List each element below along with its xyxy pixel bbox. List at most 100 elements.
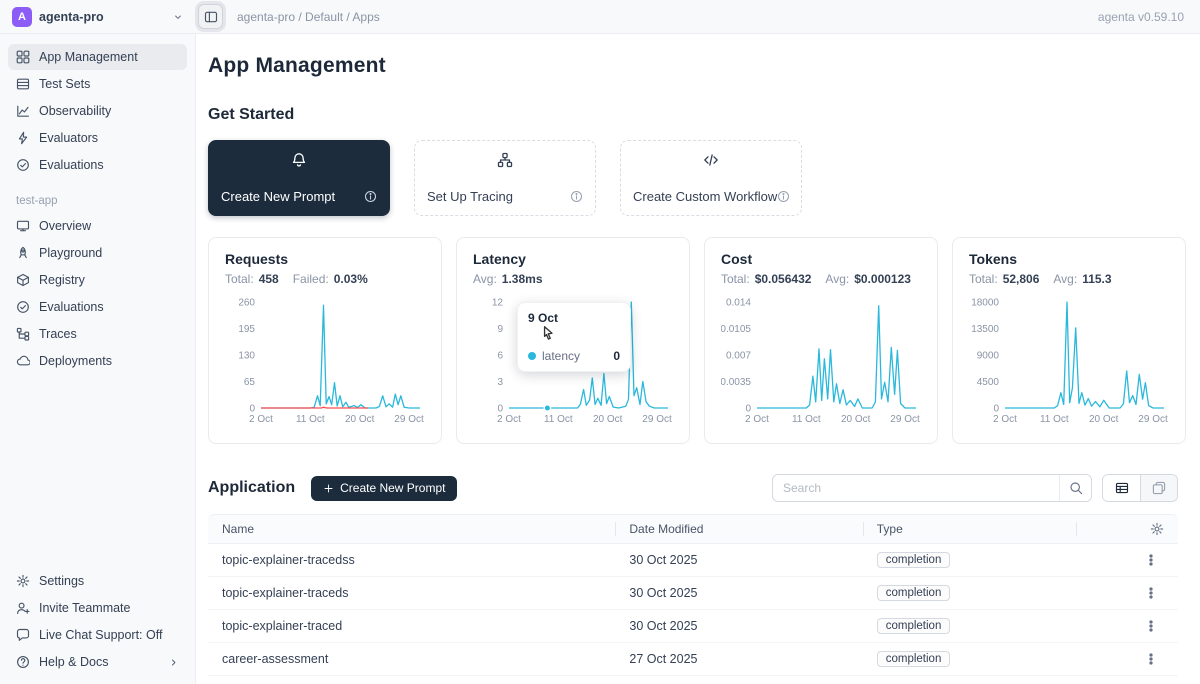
info-icon[interactable] xyxy=(364,190,377,203)
svg-text:195: 195 xyxy=(238,324,255,335)
svg-text:0.0105: 0.0105 xyxy=(721,324,751,335)
sidebar-item-label: Evaluations xyxy=(39,300,104,314)
tooltip-date: 9 Oct xyxy=(528,311,620,325)
sidebar-item-registry[interactable]: Registry xyxy=(8,267,187,293)
sidebar-nav-bottom: Settings Invite Teammate Live Chat Support… xyxy=(8,568,187,676)
sidebar-item-live-chat-support-off[interactable]: Live Chat Support: Off xyxy=(8,622,187,648)
sidebar-nav-top: App ManagementTest SetsObservabilityEval… xyxy=(8,44,187,179)
sidebar-item-label: Overview xyxy=(39,219,91,233)
metric-card-latency: LatencyAvg:1.38ms0369122 Oct11 Oct20 Oct… xyxy=(456,237,690,444)
requests-chart[interactable]: 0651301952602 Oct11 Oct20 Oct29 Oct xyxy=(225,294,425,430)
sidebar-item-help-docs[interactable]: Help & Docs xyxy=(8,649,187,675)
sidebar-item-invite-teammate[interactable]: Invite Teammate xyxy=(8,595,187,621)
rocket-icon xyxy=(16,246,30,260)
cost-chart[interactable]: 00.00350.0070.01050.0142 Oct11 Oct20 Oct… xyxy=(721,294,921,430)
metric-stat: Failed:0.03% xyxy=(293,272,368,286)
row-menu-button[interactable] xyxy=(1138,650,1164,668)
column-settings-button[interactable] xyxy=(1076,515,1178,543)
tracing-icon xyxy=(427,152,583,168)
table-row[interactable]: topic-explainer-traced30 Oct 2025complet… xyxy=(208,610,1178,643)
table-row[interactable]: career-assessment27 Oct 2025completion xyxy=(208,643,1178,676)
sidebar-item-label: Live Chat Support: Off xyxy=(39,628,162,642)
row-menu-button[interactable] xyxy=(1138,617,1164,635)
info-icon[interactable] xyxy=(570,190,583,203)
sidebar-item-evaluators[interactable]: Evaluators xyxy=(8,125,187,151)
stat-label: Total: xyxy=(225,272,254,286)
sidebar-item-app-management[interactable]: App Management xyxy=(8,44,187,70)
svg-text:20 Oct: 20 Oct xyxy=(1089,414,1119,425)
metric-card-tokens: TokensTotal:52,806Avg:115.30450090001350… xyxy=(952,237,1186,444)
sidebar-collapse-icon xyxy=(204,10,218,24)
column-header-date-modified[interactable]: Date Modified xyxy=(615,515,862,543)
metric-stat: Total:52,806 xyxy=(969,272,1039,286)
column-header-name[interactable]: Name xyxy=(208,515,615,543)
sidebar-item-evaluations[interactable]: Evaluations xyxy=(8,294,187,320)
column-header-type[interactable]: Type xyxy=(863,515,1076,543)
sidebar-item-label: Deployments xyxy=(39,354,112,368)
stat-value: $0.056432 xyxy=(755,272,812,286)
sidebar-item-traces[interactable]: Traces xyxy=(8,321,187,347)
tooltip-series-name: latency xyxy=(542,349,580,363)
sidebar-item-test-sets[interactable]: Test Sets xyxy=(8,71,187,97)
sidebar-item-observability[interactable]: Observability xyxy=(8,98,187,124)
stat-label: Total: xyxy=(721,272,750,286)
svg-text:9000: 9000 xyxy=(977,351,1000,362)
metric-title: Latency xyxy=(473,251,673,267)
apps-table: NameDate ModifiedType topic-explainer-tr… xyxy=(208,514,1178,676)
type-badge: completion xyxy=(877,651,951,667)
cell-type: completion xyxy=(863,618,1076,634)
workspace-avatar: A xyxy=(12,7,32,27)
stat-value: 52,806 xyxy=(1003,272,1040,286)
svg-text:0.0035: 0.0035 xyxy=(721,377,751,388)
sidebar-collapse-button[interactable] xyxy=(198,4,223,29)
table-row[interactable]: topic-explainer-traceds30 Oct 2025comple… xyxy=(208,577,1178,610)
svg-text:2 Oct: 2 Oct xyxy=(497,414,521,425)
sidebar-item-deployments[interactable]: Deployments xyxy=(8,348,187,374)
sidebar-item-evaluations[interactable]: Evaluations xyxy=(8,152,187,178)
sidebar-section-label: test-app xyxy=(8,179,187,213)
cell-name: topic-explainer-tracedss xyxy=(208,553,615,567)
card-bottom: Create Custom Workflow xyxy=(633,189,789,204)
search-input[interactable] xyxy=(773,481,1059,495)
create-button-label: Create New Prompt xyxy=(340,481,445,495)
get-started-card-set-up-tracing[interactable]: Set Up Tracing xyxy=(414,140,596,216)
table-row[interactable]: topic-explainer-tracedss30 Oct 2025compl… xyxy=(208,544,1178,577)
chat-icon xyxy=(16,628,30,642)
svg-text:18000: 18000 xyxy=(971,298,999,309)
application-header: Application Create New Prompt xyxy=(208,474,1178,502)
create-new-prompt-button[interactable]: Create New Prompt xyxy=(311,476,457,501)
row-menu-button[interactable] xyxy=(1138,584,1164,602)
svg-text:3: 3 xyxy=(497,377,503,388)
info-icon[interactable] xyxy=(777,190,790,203)
topbar: A agenta-pro agenta-pro / Default / Apps… xyxy=(0,0,1200,34)
type-badge: completion xyxy=(877,618,951,634)
cell-type: completion xyxy=(863,552,1076,568)
tokens-chart[interactable]: 04500900013500180002 Oct11 Oct20 Oct29 O… xyxy=(969,294,1169,430)
tree-icon xyxy=(16,327,30,341)
sidebar-item-playground[interactable]: Playground xyxy=(8,240,187,266)
svg-text:4500: 4500 xyxy=(977,377,1000,388)
card-bottom: Create New Prompt xyxy=(221,189,377,204)
cloud-icon xyxy=(16,354,30,368)
chevron-right-icon xyxy=(168,657,179,668)
chart-wrap: 00.00350.0070.01050.0142 Oct11 Oct20 Oct… xyxy=(721,294,921,430)
svg-text:0: 0 xyxy=(497,404,503,415)
svg-text:0.014: 0.014 xyxy=(726,298,751,309)
sidebar-item-label: Settings xyxy=(39,574,84,588)
search-button[interactable] xyxy=(1059,475,1091,501)
stat-label: Avg: xyxy=(473,272,497,286)
mouse-cursor-icon xyxy=(540,325,556,341)
card-view-button[interactable] xyxy=(1140,475,1177,501)
workspace-selector[interactable]: A agenta-pro xyxy=(0,0,196,33)
sidebar-item-overview[interactable]: Overview xyxy=(8,213,187,239)
row-menu-button[interactable] xyxy=(1138,551,1164,569)
svg-text:9: 9 xyxy=(497,324,503,335)
get-started-card-create-new-prompt[interactable]: Create New Prompt xyxy=(208,140,390,216)
breadcrumb[interactable]: agenta-pro / Default / Apps xyxy=(237,10,380,24)
cell-actions xyxy=(1076,650,1178,668)
bell-icon xyxy=(221,152,377,168)
get-started-card-create-custom-workflow[interactable]: Create Custom Workflow xyxy=(620,140,802,216)
sidebar-item-settings[interactable]: Settings xyxy=(8,568,187,594)
check-circle-icon xyxy=(16,300,30,314)
table-view-button[interactable] xyxy=(1103,475,1140,501)
